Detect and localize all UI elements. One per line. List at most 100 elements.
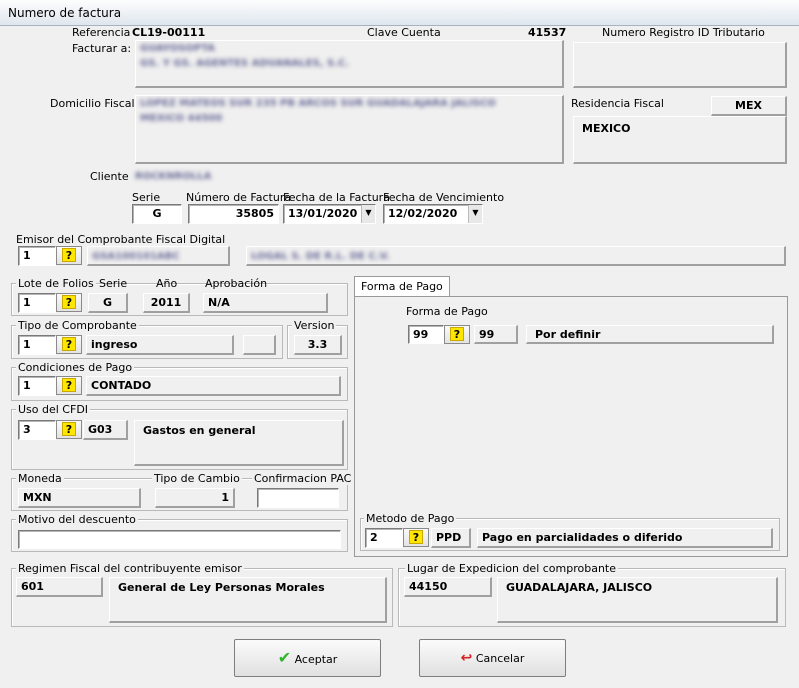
serie-input[interactable]: G bbox=[132, 204, 182, 224]
residencia-label: Residencia Fiscal bbox=[571, 97, 664, 110]
lote-anio-value: 2011 bbox=[143, 293, 190, 313]
check-icon: ✔ bbox=[277, 648, 292, 667]
uso-cfdi-input[interactable]: 3 bbox=[18, 420, 56, 440]
condiciones-input[interactable]: 1 bbox=[18, 376, 56, 396]
residencia-name: MEXICO bbox=[573, 116, 787, 164]
uso-cfdi-desc: Gastos en general bbox=[134, 420, 344, 466]
registro-tributario-label: Numero Registro ID Tributario bbox=[602, 26, 765, 39]
clave-cuenta-value: 41537 bbox=[528, 26, 567, 39]
tab-forma-pago[interactable]: Forma de Pago bbox=[354, 276, 450, 297]
registro-tributario-field[interactable] bbox=[573, 42, 787, 88]
domicilio-line2: MEXICO 44500 bbox=[140, 113, 223, 124]
emisor-rfc: GSA100101ABC bbox=[87, 246, 230, 266]
forma-pago-code: 99 bbox=[474, 325, 518, 344]
emisor-nombre: LOGAL S. DE R.L. DE C.V. bbox=[246, 246, 786, 266]
condiciones-desc: CONTADO bbox=[86, 376, 341, 396]
lote-aprobacion-value: N/A bbox=[203, 293, 328, 313]
domicilio-field: LOPEZ MATEOS SUR 235 PB ARCOS SUR GUADAL… bbox=[135, 95, 564, 164]
question-icon: ? bbox=[62, 248, 76, 262]
condiciones-lookup-button[interactable]: ? bbox=[56, 376, 82, 395]
motivo-input[interactable] bbox=[18, 530, 341, 549]
referencia-value: CL19-00111 bbox=[132, 26, 206, 39]
uso-cfdi-title: Uso del CFDI bbox=[16, 403, 91, 416]
confirmacion-pac-input[interactable] bbox=[257, 488, 339, 508]
numero-factura-input[interactable]: 35805 bbox=[188, 204, 279, 224]
domicilio-line1: LOPEZ MATEOS SUR 235 PB ARCOS SUR GUADAL… bbox=[140, 98, 496, 109]
lote-serie-value: G bbox=[88, 293, 128, 313]
forma-pago-lookup-button[interactable]: ? bbox=[444, 325, 470, 344]
dropdown-arrow-icon[interactable]: ▼ bbox=[468, 205, 482, 223]
metodo-pago-lookup-button[interactable]: ? bbox=[403, 528, 429, 547]
uso-cfdi-code: G03 bbox=[83, 420, 128, 440]
aceptar-button[interactable]: ✔ Aceptar bbox=[234, 639, 381, 677]
referencia-label: Referencia bbox=[72, 26, 131, 39]
metodo-pago-desc: Pago en parcialidades o diferido bbox=[477, 528, 773, 548]
dropdown-arrow-icon[interactable]: ▼ bbox=[361, 205, 375, 223]
lote-serie-label: Serie bbox=[99, 277, 128, 290]
fecha-factura-label: Fecha de la Factura bbox=[283, 191, 390, 204]
title-bar: Numero de factura bbox=[0, 0, 799, 26]
cliente-value: ROCKNROLLA bbox=[135, 171, 212, 182]
metodo-pago-code: PPD bbox=[431, 528, 471, 548]
regimen-desc: General de Ley Personas Morales bbox=[109, 577, 387, 623]
facturar-a-label: Facturar a: bbox=[72, 42, 132, 55]
fecha-factura-picker[interactable]: 13/01/2020 ▼ bbox=[283, 204, 376, 224]
question-icon: ? bbox=[62, 378, 76, 392]
lote-anio-label: Año bbox=[156, 277, 178, 290]
tipo-comprobante-lookup-button[interactable]: ? bbox=[56, 335, 82, 354]
tipo-comprobante-input[interactable]: 1 bbox=[18, 335, 56, 355]
lote-aprobacion-label: Aprobación bbox=[205, 277, 268, 290]
regimen-code: 601 bbox=[16, 577, 103, 597]
regimen-title: Regimen Fiscal del contribuyente emisor bbox=[16, 562, 244, 575]
fecha-vencimiento-label: Fecha de Vencimiento bbox=[383, 191, 505, 204]
cancelar-button[interactable]: ↩ Cancelar bbox=[419, 639, 566, 677]
forma-pago-input[interactable]: 99 bbox=[408, 325, 444, 344]
metodo-pago-input[interactable]: 2 bbox=[365, 528, 403, 548]
fecha-factura-value: 13/01/2020 bbox=[288, 207, 358, 220]
lote-folios-title: Lote de Folios bbox=[16, 277, 96, 290]
confirmacion-pac-label: Confirmacion PAC bbox=[252, 472, 354, 485]
condiciones-title: Condiciones de Pago bbox=[16, 361, 135, 374]
question-icon: ? bbox=[62, 337, 76, 351]
emisor-label: Emisor del Comprobante Fiscal Digital bbox=[16, 233, 226, 246]
emisor-lookup-button[interactable]: ? bbox=[56, 246, 82, 265]
moneda-label: Moneda bbox=[16, 472, 64, 485]
moneda-value: MXN bbox=[18, 488, 141, 508]
emisor-nombre-value: LOGAL S. DE R.L. DE C.V. bbox=[251, 251, 390, 262]
lugar-title: Lugar de Expedicion del comprobante bbox=[405, 562, 619, 575]
tipo-cambio-value: 1 bbox=[155, 488, 235, 508]
domicilio-label: Domicilio Fiscal bbox=[50, 97, 135, 110]
emisor-rfc-value: GSA100101ABC bbox=[92, 251, 180, 262]
lugar-code: 44150 bbox=[404, 577, 492, 597]
aceptar-label: Aceptar bbox=[294, 653, 338, 666]
fecha-vencimiento-value: 12/02/2020 bbox=[388, 207, 458, 220]
question-icon: ? bbox=[450, 327, 464, 341]
version-title: Version bbox=[292, 319, 337, 332]
facturar-a-field: GUAYOSOPTA GS. Y GS. AGENTES ADUANALES, … bbox=[135, 40, 564, 88]
cliente-label: Cliente bbox=[90, 170, 129, 183]
motivo-title: Motivo del descuento bbox=[16, 513, 138, 526]
tipo-comprobante-desc: ingreso bbox=[86, 335, 234, 355]
version-value: 3.3 bbox=[294, 335, 342, 355]
facturar-a-line2: GS. Y GS. AGENTES ADUANALES, S.C. bbox=[140, 58, 350, 69]
fecha-vencimiento-picker[interactable]: 12/02/2020 ▼ bbox=[383, 204, 483, 224]
emisor-input[interactable]: 1 bbox=[18, 246, 56, 266]
clave-cuenta-label: Clave Cuenta bbox=[367, 26, 441, 39]
question-icon: ? bbox=[62, 295, 76, 309]
uso-cfdi-lookup-button[interactable]: ? bbox=[56, 420, 82, 439]
cancelar-label: Cancelar bbox=[475, 652, 525, 665]
forma-pago-title: Forma de Pago bbox=[406, 305, 488, 318]
tipo-comprobante-title: Tipo de Comprobante bbox=[16, 319, 139, 332]
tipo-cambio-label: Tipo de Cambio bbox=[152, 472, 242, 485]
lote-lookup-button[interactable]: ? bbox=[56, 293, 82, 312]
undo-icon: ↩ bbox=[460, 650, 473, 666]
serie-label: Serie bbox=[132, 191, 161, 204]
metodo-pago-title: Metodo de Pago bbox=[364, 512, 457, 525]
window-title: Numero de factura bbox=[8, 6, 122, 20]
question-icon: ? bbox=[62, 422, 76, 436]
forma-pago-desc: Por definir bbox=[526, 325, 774, 344]
lote-input[interactable]: 1 bbox=[18, 293, 56, 313]
lugar-desc: GUADALAJARA, JALISCO bbox=[497, 577, 778, 623]
facturar-a-line1: GUAYOSOPTA bbox=[140, 43, 216, 54]
tipo-comprobante-extra bbox=[243, 335, 276, 355]
